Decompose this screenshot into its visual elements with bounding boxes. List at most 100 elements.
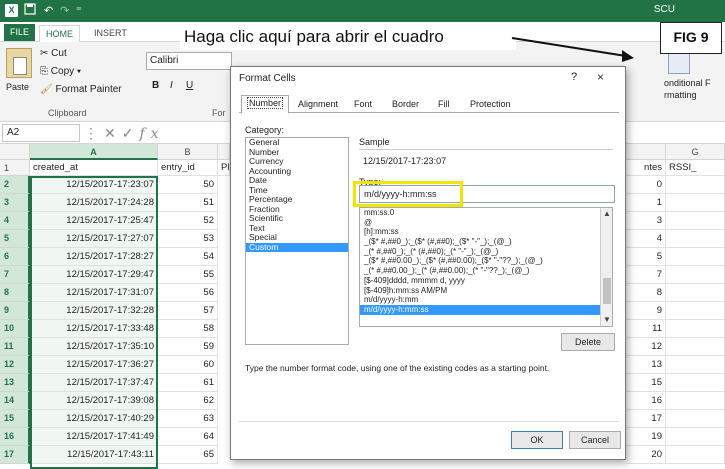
tab-insert[interactable]: INSERT: [88, 25, 133, 42]
header-cell-ntes[interactable]: ntes: [626, 160, 666, 176]
cell-rssi[interactable]: [666, 392, 725, 410]
cell-rssi[interactable]: [666, 248, 725, 266]
tab-border[interactable]: Border: [387, 97, 424, 113]
scroll-up-icon[interactable]: ▲: [601, 208, 612, 220]
cell-ntes[interactable]: 19: [626, 428, 666, 446]
cell-created-at[interactable]: 12/15/2017-17:28:27: [30, 248, 158, 266]
cell-ntes[interactable]: 5: [626, 248, 666, 266]
delete-button[interactable]: Delete: [561, 333, 615, 351]
cell-created-at[interactable]: 12/15/2017-17:31:07: [30, 284, 158, 302]
cell-entry-id[interactable]: 53: [158, 230, 218, 248]
cell-entry-id[interactable]: 61: [158, 374, 218, 392]
cell-ntes[interactable]: 16: [626, 392, 666, 410]
format-item[interactable]: _(* #,##0_);_(* (#,##0);_(* "-"_);_(@_): [360, 247, 612, 257]
cell-rssi[interactable]: [666, 194, 725, 212]
format-item[interactable]: mm:ss.0: [360, 208, 612, 218]
cell-created-at[interactable]: 12/15/2017-17:32:28: [30, 302, 158, 320]
cell-rssi[interactable]: [666, 374, 725, 392]
cell-entry-id[interactable]: 65: [158, 446, 218, 464]
cut-button[interactable]: ✂ Cut: [40, 48, 67, 59]
row-header[interactable]: 7: [0, 266, 30, 284]
copy-button[interactable]: ⎘ Copy ▾: [40, 66, 81, 77]
row-header[interactable]: 2: [0, 176, 30, 194]
cell-ntes[interactable]: 13: [626, 356, 666, 374]
cell-ntes[interactable]: 11: [626, 320, 666, 338]
cell-created-at[interactable]: 12/15/2017-17:25:47: [30, 212, 158, 230]
cell-entry-id[interactable]: 64: [158, 428, 218, 446]
cell-entry-id[interactable]: 63: [158, 410, 218, 428]
cell-entry-id[interactable]: 52: [158, 212, 218, 230]
select-all-corner[interactable]: [0, 144, 30, 160]
cell-entry-id[interactable]: 62: [158, 392, 218, 410]
cell-created-at[interactable]: 12/15/2017-17:36:27: [30, 356, 158, 374]
column-header-a[interactable]: A: [30, 144, 158, 160]
cell-created-at[interactable]: 12/15/2017-17:29:47: [30, 266, 158, 284]
cell-created-at[interactable]: 12/15/2017-17:43:11: [30, 446, 158, 464]
undo-icon[interactable]: ↶: [44, 3, 53, 19]
cell-rssi[interactable]: [666, 446, 725, 464]
cell-entry-id[interactable]: 60: [158, 356, 218, 374]
cell-created-at[interactable]: 12/15/2017-17:23:07: [30, 176, 158, 194]
cell-ntes[interactable]: 0: [626, 176, 666, 194]
tab-file[interactable]: FILE: [4, 24, 36, 41]
cell-entry-id[interactable]: 51: [158, 194, 218, 212]
category-item-custom[interactable]: Custom: [246, 242, 348, 252]
cell-ntes[interactable]: 7: [626, 266, 666, 284]
format-item[interactable]: [$-409]h:mm:ss AM/PM: [360, 286, 612, 296]
cell-entry-id[interactable]: 50: [158, 176, 218, 194]
cell-ntes[interactable]: 12: [626, 338, 666, 356]
redo-icon[interactable]: ↷: [60, 3, 69, 19]
format-item[interactable]: _($* #,##0_);_($* (#,##0);_($* "-"_);_(@…: [360, 237, 612, 247]
customize-qa-icon[interactable]: ⁼: [76, 3, 82, 19]
close-icon[interactable]: ×: [597, 70, 604, 84]
column-header-c[interactable]: [218, 144, 230, 160]
tab-home[interactable]: HOME: [39, 25, 80, 42]
tab-number[interactable]: Number: [241, 95, 290, 114]
format-item[interactable]: @: [360, 218, 612, 228]
cell-ntes[interactable]: 20: [626, 446, 666, 464]
header-cell-entry-id[interactable]: entry_id: [158, 160, 218, 176]
tab-fill[interactable]: Fill: [433, 97, 455, 113]
tab-font[interactable]: Font: [349, 97, 377, 113]
bold-button[interactable]: B: [152, 80, 159, 91]
cell-created-at[interactable]: 12/15/2017-17:24:28: [30, 194, 158, 212]
cell-created-at[interactable]: 12/15/2017-17:39:08: [30, 392, 158, 410]
column-header-g[interactable]: G: [666, 144, 725, 160]
paste-icon[interactable]: [6, 48, 32, 78]
cell-created-at[interactable]: 12/15/2017-17:35:10: [30, 338, 158, 356]
row-header[interactable]: 4: [0, 212, 30, 230]
cell-rssi[interactable]: [666, 356, 725, 374]
format-list-scrollbar[interactable]: ▲ ▼: [600, 208, 612, 326]
cell-rssi[interactable]: [666, 212, 725, 230]
save-icon[interactable]: [24, 3, 36, 19]
cell-ntes[interactable]: 9: [626, 302, 666, 320]
cell-created-at[interactable]: 12/15/2017-17:40:29: [30, 410, 158, 428]
row-header[interactable]: 11: [0, 338, 30, 356]
tab-alignment[interactable]: Alignment: [293, 97, 343, 113]
italic-button[interactable]: I: [170, 80, 173, 91]
formatting-label[interactable]: rmatting: [664, 90, 697, 100]
cell-rssi[interactable]: [666, 176, 725, 194]
scroll-down-icon[interactable]: ▼: [601, 314, 612, 326]
row-header[interactable]: 9: [0, 302, 30, 320]
format-item[interactable]: [h]:mm:ss: [360, 227, 612, 237]
cell-ntes[interactable]: 8: [626, 284, 666, 302]
cell-rssi[interactable]: [666, 428, 725, 446]
help-button[interactable]: ?: [571, 71, 577, 83]
conditional-formatting-label[interactable]: onditional F: [664, 78, 711, 88]
cell-created-at[interactable]: 12/15/2017-17:33:48: [30, 320, 158, 338]
underline-button[interactable]: U: [186, 80, 193, 91]
name-box[interactable]: A2: [2, 124, 80, 142]
row-header[interactable]: 1: [0, 160, 30, 176]
cell-entry-id[interactable]: 56: [158, 284, 218, 302]
format-item[interactable]: [$-409]dddd, mmmm d, yyyy: [360, 276, 612, 286]
row-header[interactable]: 10: [0, 320, 30, 338]
header-cell-rssi[interactable]: RSSI_: [666, 160, 725, 176]
cell-ntes[interactable]: 4: [626, 230, 666, 248]
cell-ntes[interactable]: 15: [626, 374, 666, 392]
row-header[interactable]: 3: [0, 194, 30, 212]
cell-created-at[interactable]: 12/15/2017-17:27:07: [30, 230, 158, 248]
cell-entry-id[interactable]: 59: [158, 338, 218, 356]
ok-button[interactable]: OK: [511, 431, 563, 449]
cell-created-at[interactable]: 12/15/2017-17:41:49: [30, 428, 158, 446]
